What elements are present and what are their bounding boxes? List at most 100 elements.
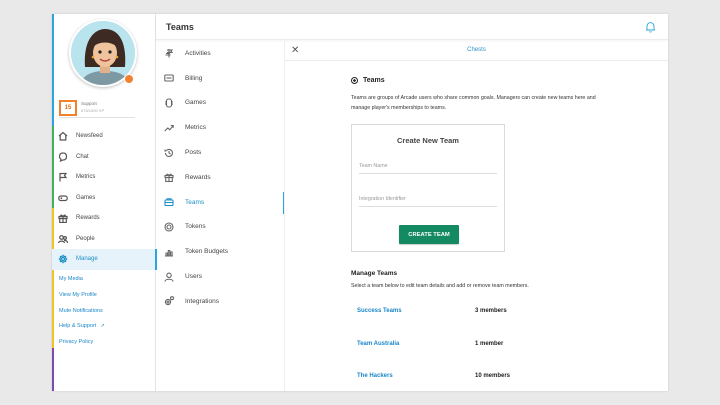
help-support-link[interactable]: Help & Support ↗	[59, 321, 105, 337]
team-row[interactable]: The Hackers 10 members	[351, 360, 619, 391]
sidebar-item-label: Manage	[76, 256, 98, 263]
sidebar-item-rewards[interactable]: Rewards	[52, 208, 156, 229]
settings-item-games[interactable]: Games	[156, 91, 284, 116]
sidebar-accent-purple	[52, 348, 54, 391]
flag-icon	[59, 173, 68, 182]
sidebar-item-label: Newsfeed	[76, 133, 103, 140]
team-member-count: 1 member	[475, 340, 504, 347]
create-team-title: Create New Team	[397, 136, 459, 145]
create-team-button[interactable]: CREATE TEAM	[399, 225, 459, 244]
link-label: Privacy Policy	[59, 339, 94, 346]
house-icon	[58, 131, 68, 141]
team-name-field[interactable]: Team Name	[359, 163, 497, 174]
create-team-card: Create New Team Team Name Integration Id…	[351, 124, 505, 252]
settings-item-label: Integrations	[185, 297, 219, 305]
sidebar-item-label: Rewards	[76, 215, 100, 222]
team-row[interactable]: Team Australia 1 member	[351, 328, 619, 361]
people-icon	[58, 234, 68, 243]
link-label: View My Profile	[59, 291, 97, 298]
settings-item-label: Billing	[185, 74, 203, 82]
teams-panel: ✕ Chests Teams Teams are groups of Arcad…	[284, 41, 668, 391]
profile-sidebar: 15 Support 675/1000 XP Newsfeed Chat Met…	[52, 14, 157, 391]
settings-item-token-budgets[interactable]: Token Budgets	[156, 239, 284, 264]
panel-header: ✕ Chests	[285, 41, 668, 61]
sidebar-item-label: People	[76, 235, 95, 242]
settings-item-metrics[interactable]: Metrics	[156, 115, 284, 140]
sidebar-links: My Media View My Profile Mute Notificati…	[59, 274, 105, 353]
teams-content: Teams Teams are groups of Arcade users w…	[351, 77, 619, 391]
billing-icon	[164, 74, 174, 82]
sidebar-item-label: Chat	[76, 153, 89, 160]
settings-item-label: Users	[185, 273, 202, 281]
soccer-ball-icon	[351, 77, 358, 84]
external-link-icon: ↗	[100, 323, 105, 330]
settings-item-activities[interactable]: Activities	[156, 41, 284, 66]
bell-icon[interactable]	[645, 21, 656, 33]
sidebar-item-newsfeed[interactable]: Newsfeed	[52, 126, 156, 147]
token-budgets-icon	[165, 249, 173, 257]
rewards-gift-icon	[164, 173, 174, 183]
settings-item-billing[interactable]: Billing	[156, 66, 284, 91]
view-my-profile-link[interactable]: View My Profile	[59, 290, 105, 306]
activities-icon	[165, 49, 174, 58]
team-member-count: 3 members	[475, 308, 507, 315]
teams-heading-label: Teams	[363, 77, 385, 84]
sidebar-item-label: Games	[76, 194, 96, 201]
settings-item-teams[interactable]: Teams	[156, 190, 284, 215]
gear-icon	[58, 255, 68, 264]
settings-item-posts[interactable]: Posts	[156, 140, 284, 165]
team-name-link[interactable]: Success Teams	[351, 308, 475, 314]
settings-item-label: Rewards	[185, 173, 211, 181]
settings-item-integrations[interactable]: Integrations	[156, 289, 284, 314]
app-window: 15 Support 675/1000 XP Newsfeed Chat Met…	[52, 14, 668, 391]
settings-item-label: Posts	[185, 149, 202, 157]
sidebar-item-games[interactable]: Games	[52, 188, 156, 209]
settings-item-label: Teams	[185, 198, 205, 206]
settings-item-users[interactable]: Users	[156, 264, 284, 289]
sidebar-item-label: Metrics	[76, 174, 96, 181]
main-nav: Newsfeed Chat Metrics Games Rewards Peop…	[52, 126, 157, 270]
token-icon	[164, 222, 174, 232]
teams-description: Teams are groups of Arcade users who sha…	[351, 95, 596, 111]
link-label: My Media	[59, 276, 83, 282]
manage-teams-subtext: Select a team below to edit team details…	[351, 283, 529, 289]
panel-title: Chests	[467, 47, 486, 53]
mute-notifications-link[interactable]: Mute Notifications	[59, 306, 105, 322]
sidebar-item-people[interactable]: People	[52, 229, 156, 250]
posts-history-icon	[164, 148, 173, 157]
gift-icon	[58, 214, 68, 224]
team-row[interactable]: Success Teams 3 members	[351, 295, 619, 328]
support-xp-value: 675/1000 XP	[81, 108, 105, 113]
settings-item-rewards[interactable]: Rewards	[156, 165, 284, 190]
metrics-trend-icon	[164, 124, 174, 132]
teams-heading: Teams	[351, 77, 619, 84]
sidebar-accent-blue	[52, 14, 54, 126]
teams-icon	[164, 198, 174, 207]
chat-bubble-icon	[58, 152, 68, 162]
settings-nav: Activities Billing Games Metrics Posts R…	[156, 41, 284, 391]
page-header: Teams	[156, 14, 668, 40]
settings-item-label: Metrics	[185, 124, 206, 132]
settings-item-label: Tokens	[185, 223, 206, 231]
link-label: Help & Support	[59, 323, 97, 330]
sidebar-item-chat[interactable]: Chat	[52, 147, 156, 168]
games-icon	[165, 98, 173, 108]
settings-item-tokens[interactable]: Tokens	[156, 215, 284, 240]
xp-progress-bar	[59, 117, 135, 118]
integrations-icon	[164, 296, 174, 306]
link-label: Mute Notifications	[59, 307, 103, 314]
team-name-link[interactable]: Team Australia	[351, 341, 475, 347]
settings-item-label: Games	[185, 99, 206, 107]
support-label: Support	[81, 101, 97, 106]
settings-item-label: Token Budgets	[185, 248, 229, 256]
team-name-link[interactable]: The Hackers	[351, 373, 475, 379]
privacy-policy-link[interactable]: Privacy Policy	[59, 337, 105, 353]
page-title: Teams	[166, 21, 194, 32]
user-icon	[164, 272, 174, 282]
sidebar-item-metrics[interactable]: Metrics	[52, 167, 156, 188]
integration-identifier-field[interactable]: Integration Identifier	[359, 196, 497, 207]
my-media-link[interactable]: My Media	[59, 274, 105, 290]
team-member-count: 10 members	[475, 373, 511, 380]
gamepad-icon	[58, 195, 68, 201]
sidebar-item-manage[interactable]: Manage	[52, 249, 157, 270]
